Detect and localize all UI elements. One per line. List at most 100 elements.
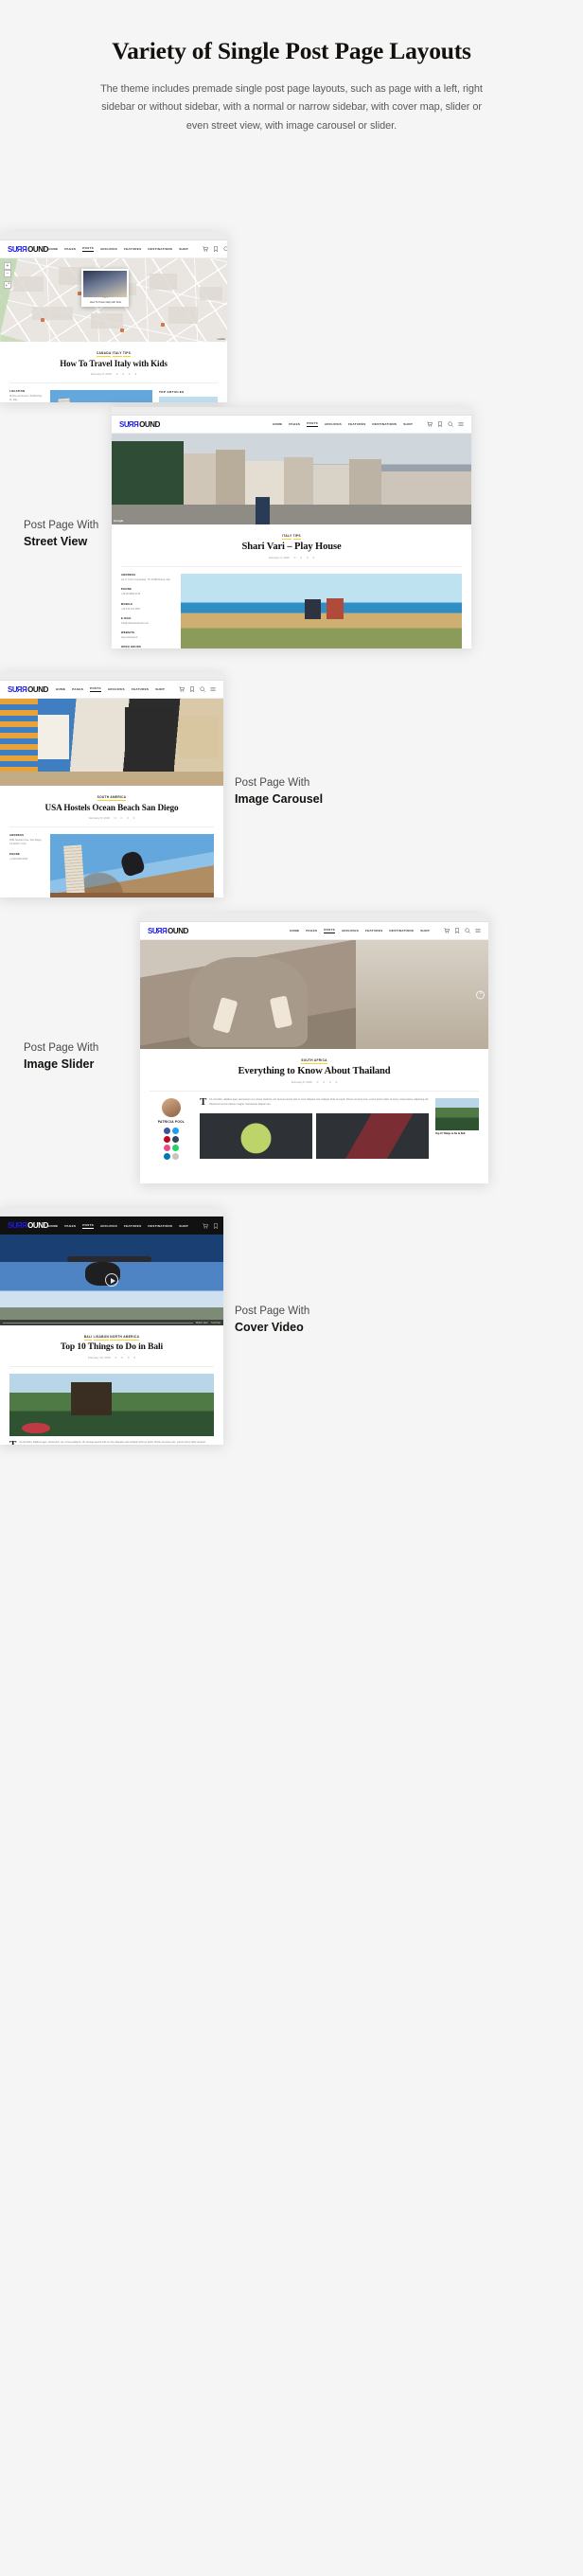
site-logo[interactable]: SURROUND: [119, 420, 160, 429]
category-italy[interactable]: ITALY: [112, 351, 122, 357]
nav-item-archives[interactable]: ARCHIVES: [342, 929, 359, 933]
menu-icon[interactable]: [458, 421, 464, 427]
site-nav-bar[interactable]: SURROUND HOME PAGES POSTS ARCHIVES FEATU…: [112, 416, 471, 434]
nav-item-home[interactable]: HOME: [56, 687, 65, 691]
search-icon[interactable]: [223, 246, 227, 252]
nav-item-pages[interactable]: PAGES: [64, 1224, 76, 1228]
menu-icon[interactable]: [210, 686, 216, 692]
watch-later-label[interactable]: Watch later: [196, 1322, 208, 1324]
nav-item-archives[interactable]: ARCHIVES: [100, 247, 117, 251]
post-feature-image[interactable]: [50, 834, 214, 897]
category-south-america[interactable]: SOUTH AMERICA: [97, 795, 127, 801]
nav-icon-group[interactable]: [427, 421, 464, 427]
linkedin-icon[interactable]: [164, 1153, 170, 1160]
post-title[interactable]: How To Travel Italy with Kids: [9, 359, 218, 368]
nav-item-destinations[interactable]: DESTINATIONS: [372, 422, 397, 426]
nav-item-shop[interactable]: SHOP: [179, 247, 188, 251]
category-bali[interactable]: BALI: [83, 1335, 93, 1341]
video-progress-bar[interactable]: [3, 1322, 193, 1324]
nav-item-archives[interactable]: ARCHIVES: [100, 1224, 117, 1228]
tumblr-icon[interactable]: [172, 1136, 179, 1143]
bookmark-icon[interactable]: [189, 686, 195, 692]
mockup-image-carousel[interactable]: SURROUND HOME PAGES POSTS ARCHIVES FEATU…: [0, 672, 223, 897]
category-tips[interactable]: TIPS: [292, 534, 301, 540]
map-fullscreen-button[interactable]: ⤢: [4, 281, 11, 289]
category-north-america[interactable]: NORTH AMERICA: [110, 1335, 140, 1341]
site-logo[interactable]: SURROUND: [8, 245, 48, 254]
post-title[interactable]: Shari Vari – Play House: [121, 542, 462, 552]
street-view-panorama[interactable]: Google: [112, 434, 471, 524]
nav-item-destinations[interactable]: DESTINATIONS: [148, 247, 172, 251]
category-tips[interactable]: TIPS: [122, 351, 132, 357]
instagram-icon[interactable]: [172, 1153, 179, 1160]
nav-item-posts[interactable]: POSTS: [324, 928, 335, 933]
nav-item-features[interactable]: FEATURES: [132, 687, 149, 691]
cart-icon[interactable]: [427, 421, 433, 427]
mockup-cover-video[interactable]: SURROUND HOME PAGES POSTS ARCHIVES FEATU…: [0, 1208, 223, 1445]
nav-item-posts[interactable]: POSTS: [307, 421, 318, 427]
post-categories[interactable]: ITALY TIPS: [121, 534, 462, 540]
search-icon[interactable]: [465, 928, 470, 933]
nav-item-archives[interactable]: ARCHIVES: [325, 422, 342, 426]
youtube-brand-label[interactable]: YouTube: [211, 1322, 221, 1324]
category-italy[interactable]: ITALY: [282, 534, 292, 540]
mockup-cover-map[interactable]: SURROUND HOME PAGES POSTS ARCHIVES FEATU…: [0, 232, 227, 402]
video-controls-bar[interactable]: Watch later YouTube: [0, 1320, 223, 1325]
search-icon[interactable]: [448, 421, 453, 427]
site-nav-bar[interactable]: SURROUND HOME PAGES POSTS ARCHIVES FEATU…: [0, 681, 223, 699]
nav-item-pages[interactable]: PAGES: [306, 929, 317, 933]
gallery-image[interactable]: [316, 1112, 429, 1159]
image-slider[interactable]: [140, 940, 488, 1049]
nav-item-destinations[interactable]: DESTINATIONS: [389, 929, 414, 933]
post-categories[interactable]: SOUTH AMERICA: [9, 795, 214, 801]
nav-item-shop[interactable]: SHOP: [420, 929, 430, 933]
social-share-buttons[interactable]: [164, 1128, 179, 1160]
post-categories[interactable]: BALI LISABON NORTH AMERICA: [9, 1335, 214, 1341]
map-zoom-in-button[interactable]: +: [4, 262, 11, 270]
cart-icon[interactable]: [444, 928, 450, 933]
cart-icon[interactable]: [203, 1222, 208, 1229]
site-logo[interactable]: SURROUND: [148, 927, 188, 935]
twitter-icon[interactable]: [172, 1128, 179, 1134]
post-title[interactable]: USA Hostels Ocean Beach San Diego: [9, 803, 214, 812]
post-categories[interactable]: SOUTH AFRICA: [150, 1058, 479, 1064]
whatsapp-icon[interactable]: [172, 1145, 179, 1151]
nav-items[interactable]: HOME PAGES POSTS ARCHIVES FEATURES DESTI…: [273, 421, 464, 427]
bookmark-icon[interactable]: [437, 421, 443, 427]
nav-items[interactable]: HOME PAGES POSTS ARCHIVES FEATURES SHOP: [56, 686, 216, 692]
nav-item-features[interactable]: FEATURES: [365, 929, 382, 933]
nav-item-home[interactable]: HOME: [273, 422, 282, 426]
gallery-image[interactable]: [200, 1112, 312, 1159]
map-zoom-controls[interactable]: + − ⤢: [4, 262, 11, 289]
facebook-icon[interactable]: [164, 1128, 170, 1134]
slider-next-arrow[interactable]: [476, 990, 485, 999]
cover-video-player[interactable]: Watch later YouTube: [0, 1235, 223, 1325]
play-button[interactable]: [105, 1273, 118, 1287]
nav-item-shop[interactable]: SHOP: [179, 1224, 188, 1228]
post-title[interactable]: Everything to Know About Thailand: [150, 1066, 479, 1076]
author-name[interactable]: PATRICIA POOL: [158, 1120, 185, 1124]
nav-item-features[interactable]: FEATURES: [124, 1224, 141, 1228]
mockup-image-slider[interactable]: SURROUND HOME PAGES POSTS ARCHIVES FEATU…: [140, 914, 488, 1183]
cart-icon[interactable]: [203, 246, 208, 252]
pinterest-icon[interactable]: [164, 1136, 170, 1143]
nav-item-pages[interactable]: PAGES: [72, 687, 83, 691]
site-logo[interactable]: SURROUND: [8, 1221, 48, 1230]
nav-items[interactable]: HOME PAGES POSTS ARCHIVES FEATURES DESTI…: [290, 928, 481, 933]
nav-item-home[interactable]: HOME: [48, 1224, 58, 1228]
promo-image[interactable]: [435, 1098, 479, 1130]
dribbble-icon[interactable]: [164, 1145, 170, 1151]
nav-item-archives[interactable]: ARCHIVES: [108, 687, 125, 691]
nav-item-shop[interactable]: SHOP: [403, 422, 413, 426]
nav-icon-group[interactable]: [203, 246, 227, 252]
post-feature-image[interactable]: [181, 574, 462, 648]
post-feature-image[interactable]: [9, 1374, 214, 1436]
map-zoom-out-button[interactable]: −: [4, 270, 11, 277]
nav-items[interactable]: HOME PAGES POSTS ARCHIVES FEATURES DESTI…: [48, 1223, 223, 1229]
nav-item-posts[interactable]: POSTS: [90, 686, 101, 692]
category-lisabon[interactable]: LISABON: [93, 1335, 110, 1341]
cart-icon[interactable]: [179, 686, 185, 692]
site-nav-bar[interactable]: SURROUND HOME PAGES POSTS ARCHIVES FEATU…: [0, 240, 227, 258]
nav-item-features[interactable]: FEATURES: [348, 422, 365, 426]
post-title[interactable]: Top 10 Things to Do in Bali: [9, 1342, 214, 1352]
